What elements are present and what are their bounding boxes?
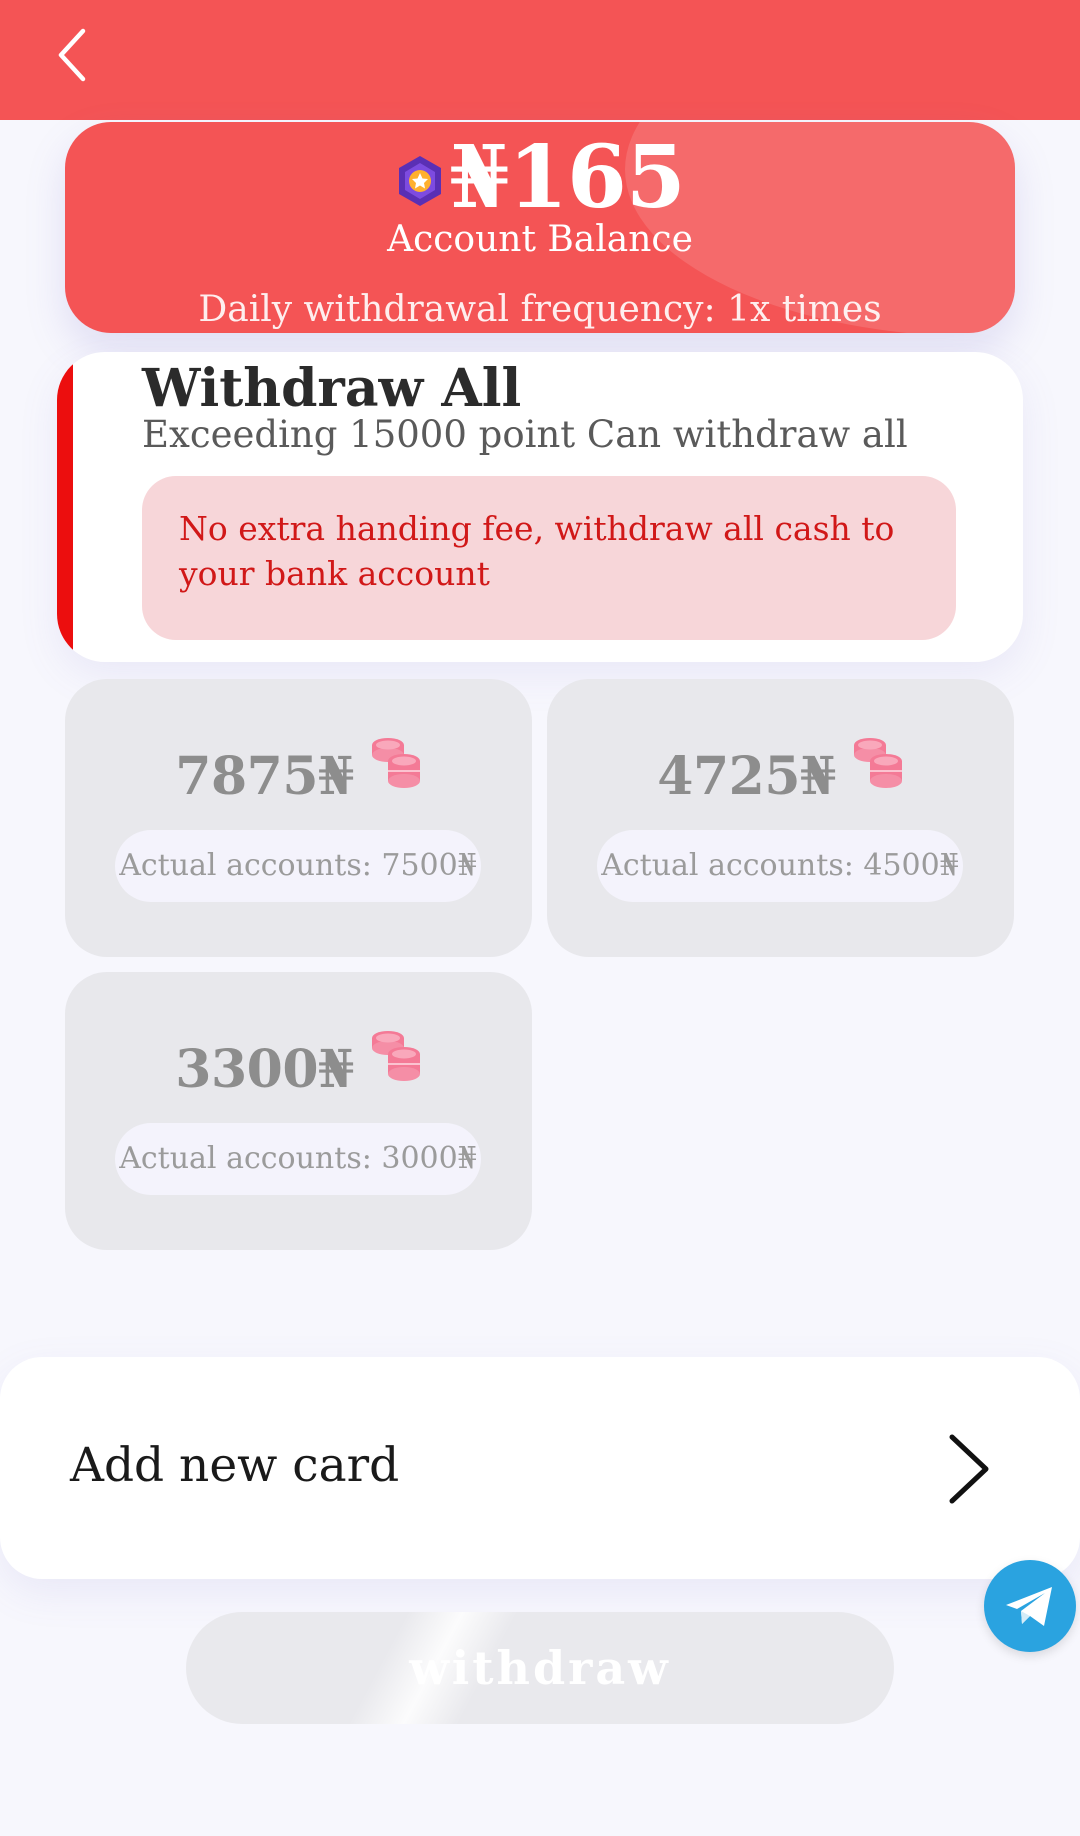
amount-option[interactable]: 7875₦ Actual accounts: 7500₦ — [65, 679, 532, 957]
option-actual-amount: Actual accounts: 4500₦ — [597, 830, 963, 902]
option-amount: 4725₦ — [657, 745, 836, 807]
chevron-left-icon — [58, 28, 86, 82]
option-amount: 3300₦ — [175, 1038, 354, 1100]
amount-row: 3300₦ — [65, 1024, 532, 1104]
telegram-icon — [1006, 1587, 1052, 1626]
coins-icon — [371, 1031, 420, 1081]
amount-option[interactable]: 4725₦ Actual accounts: 4500₦ — [547, 679, 1014, 957]
withdraw-button[interactable]: withdraw — [186, 1612, 894, 1724]
amount-option[interactable]: 3300₦ Actual accounts: 3000₦ — [65, 972, 532, 1250]
coins-icon — [371, 738, 420, 788]
withdraw-all-note: No extra handing fee, withdraw all cash … — [142, 476, 956, 640]
chevron-right-icon — [949, 1434, 989, 1504]
amount-row: 7875₦ — [65, 731, 532, 811]
telegram-button[interactable] — [984, 1560, 1076, 1652]
back-button[interactable] — [44, 20, 100, 90]
add-card-label: Add new card — [70, 1438, 400, 1493]
withdrawal-frequency: Daily withdrawal frequency: 1x times — [198, 289, 882, 330]
option-amount: 7875₦ — [175, 745, 354, 807]
coins-icon — [853, 738, 902, 788]
card-accent-bar — [57, 352, 73, 662]
balance-card: ₦165 Account Balance Daily withdrawal fr… — [65, 122, 1015, 333]
withdraw-button-label: withdraw — [409, 1641, 671, 1695]
withdraw-page: ₦165 Account Balance Daily withdrawal fr… — [0, 0, 1080, 1836]
withdraw-all-card[interactable]: Withdraw All Exceeding 15000 point Can w… — [57, 352, 1023, 662]
withdraw-all-subtitle: Exceeding 15000 point Can withdraw all — [142, 413, 908, 456]
balance-row: ₦165 — [65, 128, 1015, 228]
amount-row: 4725₦ — [547, 731, 1014, 811]
option-actual-amount: Actual accounts: 3000₦ — [115, 1123, 481, 1195]
balance-label: Account Balance — [387, 219, 693, 260]
option-actual-amount: Actual accounts: 7500₦ — [115, 830, 481, 902]
medal-icon — [399, 156, 442, 206]
add-new-card-row[interactable]: Add new card — [0, 1357, 1080, 1579]
balance-amount: ₦165 — [449, 127, 685, 228]
top-bar — [0, 0, 1080, 120]
